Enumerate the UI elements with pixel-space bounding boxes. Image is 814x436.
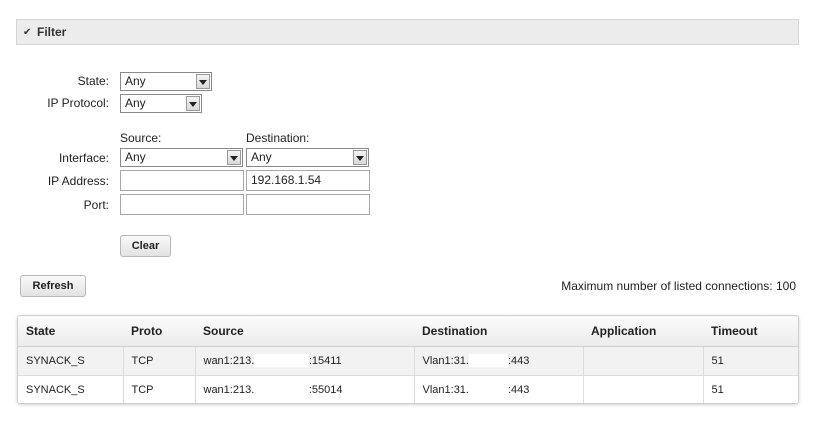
- ip-protocol-label: IP Protocol:: [47, 96, 109, 110]
- chevron-down-icon: ✔: [23, 26, 32, 38]
- cell-destination: Vlan1:31.█████:443: [414, 346, 584, 376]
- cell-proto: TCP: [123, 375, 196, 403]
- filter-toggle[interactable]: ✔ Filter: [16, 19, 799, 45]
- column-header-proto[interactable]: Proto: [123, 316, 195, 347]
- cell-proto: TCP: [123, 346, 196, 376]
- destination-header: Destination:: [246, 131, 310, 145]
- cell-timeout: 51: [703, 346, 798, 376]
- source-interface-select[interactable]: Any: [120, 148, 243, 167]
- table-row[interactable]: SYNACK_S TCP wan1:213.███████:55014 Vlan…: [18, 375, 798, 403]
- port-label: Port:: [83, 198, 109, 212]
- cell-source: wan1:213.███████:15411: [195, 346, 415, 376]
- source-ip-input[interactable]: [120, 170, 244, 191]
- source-interface-value: Any: [125, 150, 146, 164]
- interface-label: Interface:: [58, 151, 109, 165]
- dropdown-arrow-icon: [353, 150, 367, 165]
- clear-button[interactable]: Clear: [120, 235, 171, 257]
- column-header-destination[interactable]: Destination: [414, 316, 583, 347]
- source-port-input[interactable]: [120, 194, 244, 215]
- dropdown-arrow-icon: [196, 74, 210, 89]
- destination-port-input[interactable]: [246, 194, 370, 215]
- table-header-row: State Proto Source Destination Applicati…: [18, 316, 798, 347]
- filter-title: Filter: [37, 25, 67, 39]
- cell-application: [583, 375, 704, 403]
- ip-protocol-select-value: Any: [125, 96, 146, 110]
- state-label: State:: [77, 74, 109, 88]
- refresh-button[interactable]: Refresh: [20, 275, 86, 297]
- state-select[interactable]: Any: [120, 72, 212, 91]
- column-header-state[interactable]: State: [18, 316, 123, 347]
- column-header-application[interactable]: Application: [583, 316, 703, 347]
- max-connections-info: Maximum number of listed connections: 10…: [561, 279, 796, 293]
- cell-state: SYNACK_S: [18, 346, 124, 376]
- destination-ip-input[interactable]: 192.168.1.54: [246, 170, 370, 191]
- column-header-timeout[interactable]: Timeout: [703, 316, 798, 347]
- column-header-source[interactable]: Source: [195, 316, 414, 347]
- destination-interface-value: Any: [251, 150, 272, 164]
- table-row[interactable]: SYNACK_S TCP wan1:213.███████:15411 Vlan…: [18, 346, 798, 376]
- state-select-value: Any: [125, 74, 146, 88]
- destination-interface-select[interactable]: Any: [246, 148, 369, 167]
- source-header: Source:: [120, 131, 162, 145]
- dropdown-arrow-icon: [186, 96, 200, 111]
- ip-protocol-select[interactable]: Any: [120, 94, 202, 113]
- dropdown-arrow-icon: [227, 150, 241, 165]
- cell-state: SYNACK_S: [18, 375, 124, 403]
- cell-timeout: 51: [703, 375, 798, 403]
- cell-destination: Vlan1:31.█████:443: [414, 375, 584, 403]
- connections-table: State Proto Source Destination Applicati…: [17, 315, 799, 404]
- cell-application: [583, 346, 704, 376]
- ip-address-label: IP Address:: [47, 174, 109, 188]
- cell-source: wan1:213.███████:55014: [195, 375, 415, 403]
